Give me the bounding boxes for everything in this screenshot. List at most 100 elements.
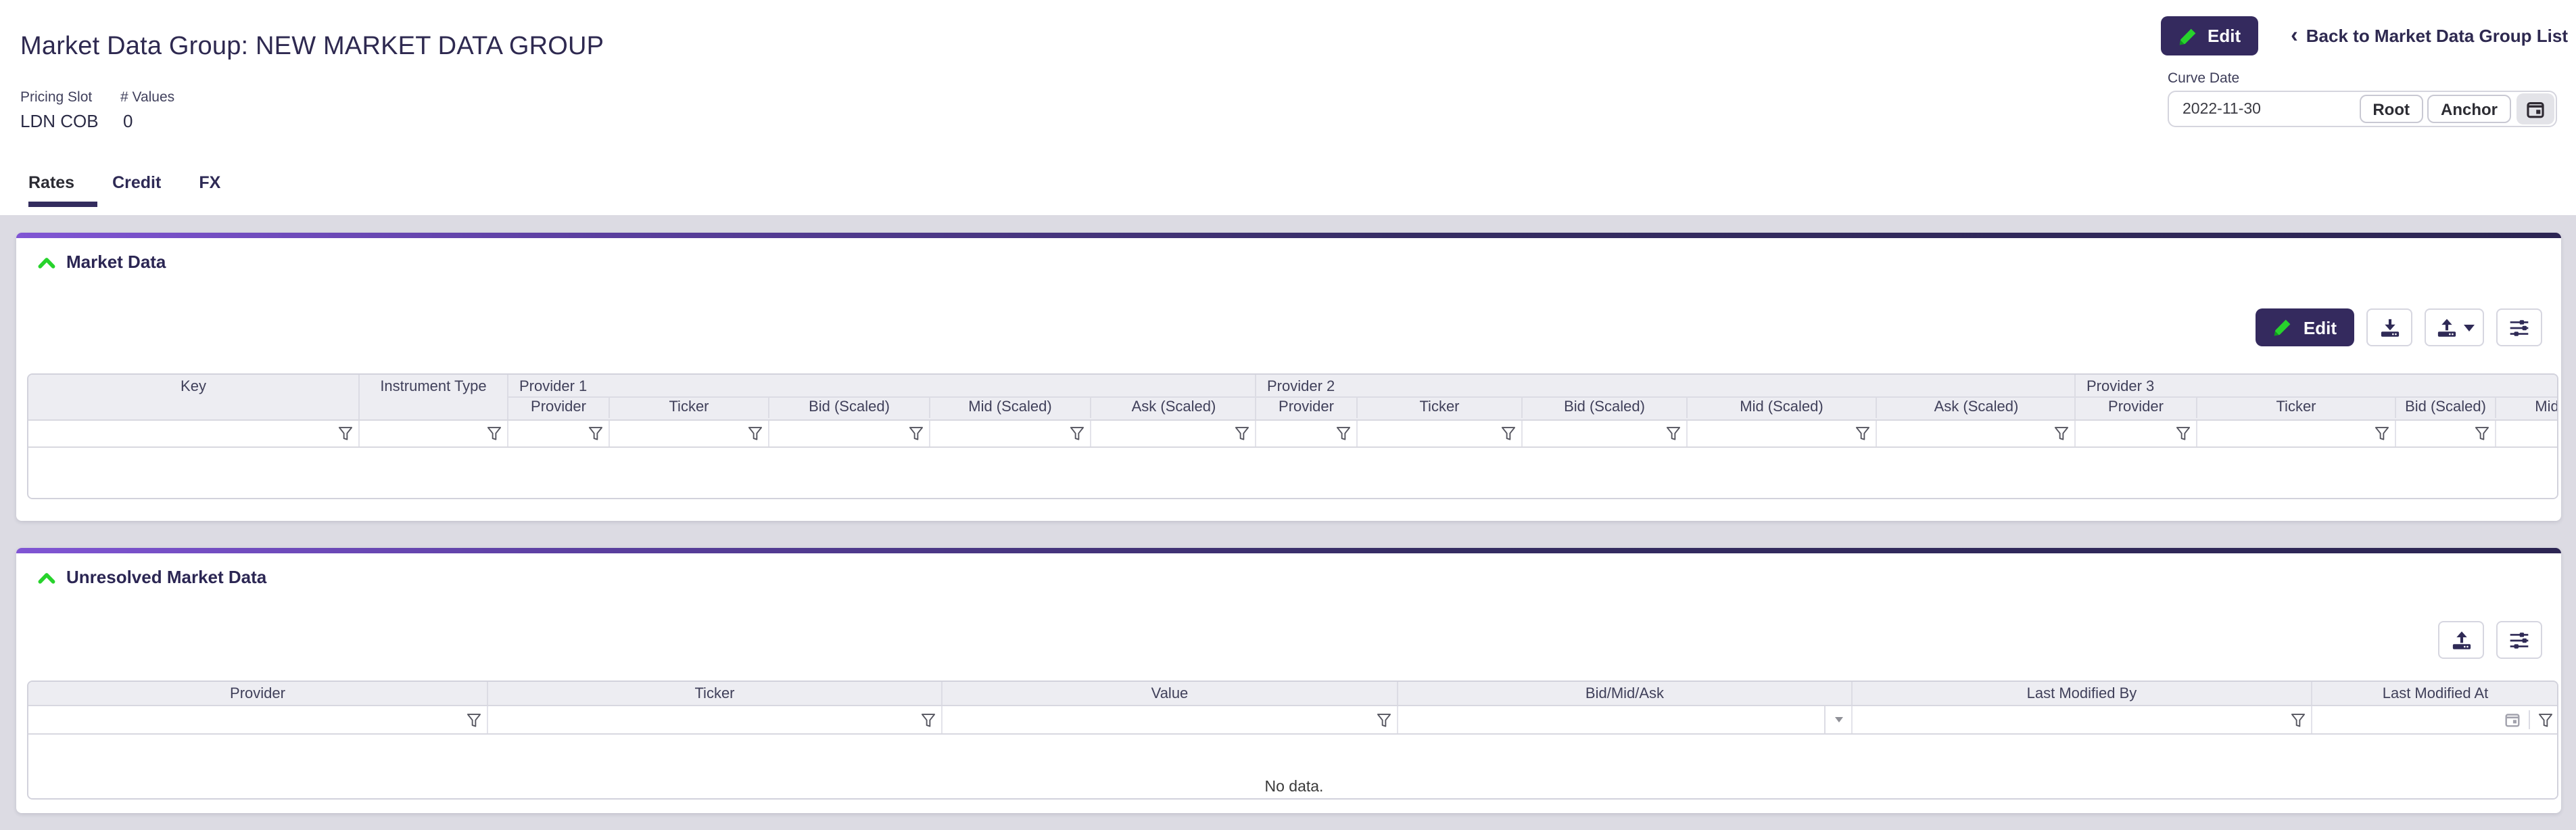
filter-cell[interactable] <box>2312 706 2558 733</box>
calendar-icon[interactable] <box>2504 712 2521 728</box>
filter-cell[interactable] <box>943 706 1398 733</box>
column-header[interactable]: Provider <box>1256 398 1358 418</box>
table-settings-button[interactable] <box>2496 308 2542 346</box>
sliders-icon <box>2508 317 2530 338</box>
column-header[interactable]: Ticker <box>1358 398 1523 418</box>
upload-button[interactable] <box>2438 621 2484 659</box>
unresolved-title: Unresolved Market Data <box>66 567 266 587</box>
filter-cell[interactable] <box>2396 421 2496 446</box>
funnel-icon[interactable] <box>748 426 763 441</box>
column-header[interactable]: Ticker <box>610 398 769 418</box>
column-header[interactable]: Bid/Mid/Ask <box>1398 682 1853 705</box>
column-header[interactable]: Value <box>943 682 1398 705</box>
chevron-up-icon[interactable] <box>38 255 55 269</box>
funnel-icon[interactable] <box>1855 426 1870 441</box>
caret-down-icon <box>1834 717 1842 722</box>
column-header[interactable]: Provider <box>508 398 610 418</box>
edit-market-data-button[interactable]: Edit <box>2256 308 2354 346</box>
funnel-icon[interactable] <box>2176 426 2191 441</box>
column-header[interactable]: Last Modified At <box>2312 682 2558 705</box>
funnel-icon[interactable] <box>921 712 936 727</box>
funnel-icon[interactable] <box>2375 426 2389 441</box>
tab-bar: Rates Credit FX <box>28 170 258 207</box>
chevron-up-icon[interactable] <box>38 570 55 584</box>
funnel-icon[interactable] <box>1501 426 1516 441</box>
table-settings-button[interactable] <box>2496 621 2542 659</box>
filter-cell[interactable] <box>1091 421 1256 446</box>
filter-cell[interactable] <box>1256 421 1358 446</box>
filter-cell[interactable] <box>2076 421 2197 446</box>
filter-cell[interactable] <box>28 706 488 733</box>
column-header[interactable]: Bid (Scaled) <box>1523 398 1688 418</box>
filter-cell[interactable] <box>1398 706 1853 733</box>
filter-cell[interactable] <box>488 706 943 733</box>
funnel-icon[interactable] <box>588 426 603 441</box>
calendar-button[interactable] <box>2517 93 2554 124</box>
tab-fx[interactable]: FX <box>199 170 243 207</box>
anchor-button[interactable]: Anchor <box>2427 95 2511 123</box>
column-header[interactable]: Ticker <box>2197 398 2396 418</box>
funnel-icon[interactable] <box>2475 426 2489 441</box>
calendar-icon <box>2526 99 2545 118</box>
column-header[interactable]: Mid (Scaled) <box>930 398 1091 418</box>
column-header[interactable]: Mid (Scaled) <box>1688 398 1877 418</box>
column-header[interactable]: Bid (Scaled) <box>2396 398 2496 418</box>
filter-cell[interactable] <box>2197 421 2396 446</box>
filter-cell[interactable] <box>769 421 930 446</box>
filter-cell[interactable] <box>2496 421 2558 446</box>
unresolved-section-head: Unresolved Market Data <box>38 567 266 587</box>
column-header-key[interactable]: Key <box>28 375 360 419</box>
root-button[interactable]: Root <box>2359 95 2423 123</box>
tab-credit[interactable]: Credit <box>112 170 184 207</box>
column-header-instrument-type[interactable]: Instrument Type <box>360 375 508 419</box>
filter-cell[interactable] <box>1877 421 2076 446</box>
funnel-icon[interactable] <box>487 426 502 441</box>
column-header[interactable]: Ticker <box>488 682 943 705</box>
funnel-icon[interactable] <box>2538 712 2553 727</box>
no-data-row: No data. <box>28 735 2558 800</box>
filter-cell[interactable] <box>1688 421 1877 446</box>
funnel-icon[interactable] <box>2054 426 2069 441</box>
sliders-icon <box>2508 630 2530 650</box>
curve-date-input[interactable] <box>2169 92 2359 126</box>
back-to-list-link[interactable]: ‹ Back to Market Data Group List <box>2291 26 2568 46</box>
market-data-title: Market Data <box>66 252 166 272</box>
column-header[interactable]: Last Modified By <box>1853 682 2312 705</box>
pricing-slot-value: LDN COB <box>20 111 99 131</box>
filter-cell[interactable] <box>1523 421 1688 446</box>
funnel-icon[interactable] <box>467 712 481 727</box>
column-header[interactable]: Ask (Scaled) <box>1877 398 2076 418</box>
unresolved-table: ProviderTickerValueBid/Mid/AskLast Modif… <box>27 681 2558 800</box>
filter-cell[interactable] <box>1853 706 2312 733</box>
filter-cell[interactable] <box>930 421 1091 446</box>
filter-cell[interactable] <box>1358 421 1523 446</box>
edit-group-button[interactable]: Edit <box>2160 16 2258 55</box>
filter-cell[interactable] <box>508 421 610 446</box>
page: Market Data Group: NEW MARKET DATA GROUP… <box>0 0 2576 830</box>
upload-icon <box>2435 317 2458 338</box>
funnel-icon[interactable] <box>1235 426 1249 441</box>
values-count: 0 <box>123 111 133 131</box>
funnel-icon[interactable] <box>338 426 353 441</box>
funnel-icon[interactable] <box>1666 426 1681 441</box>
column-header[interactable]: Provider <box>28 682 488 705</box>
column-header[interactable]: Mid (Scaled) <box>2496 398 2558 418</box>
bid-mid-ask-select[interactable] <box>1824 706 1851 733</box>
funnel-icon[interactable] <box>1377 712 1391 727</box>
filter-cell[interactable] <box>28 421 360 446</box>
column-header[interactable]: Provider <box>2076 398 2197 418</box>
curve-date-group: Root Anchor <box>2168 91 2557 127</box>
filter-cell[interactable] <box>610 421 769 446</box>
market-data-section-head: Market Data <box>38 252 166 272</box>
funnel-icon[interactable] <box>1070 426 1084 441</box>
tab-rates[interactable]: Rates <box>28 170 97 207</box>
market-data-table: KeyInstrument TypeProvider 1ProviderTick… <box>27 373 2558 499</box>
funnel-icon[interactable] <box>909 426 924 441</box>
download-button[interactable] <box>2366 308 2412 346</box>
upload-button[interactable] <box>2425 308 2484 346</box>
column-header[interactable]: Ask (Scaled) <box>1091 398 1256 418</box>
funnel-icon[interactable] <box>1336 426 1351 441</box>
column-header[interactable]: Bid (Scaled) <box>769 398 930 418</box>
funnel-icon[interactable] <box>2291 712 2306 727</box>
filter-cell[interactable] <box>360 421 508 446</box>
